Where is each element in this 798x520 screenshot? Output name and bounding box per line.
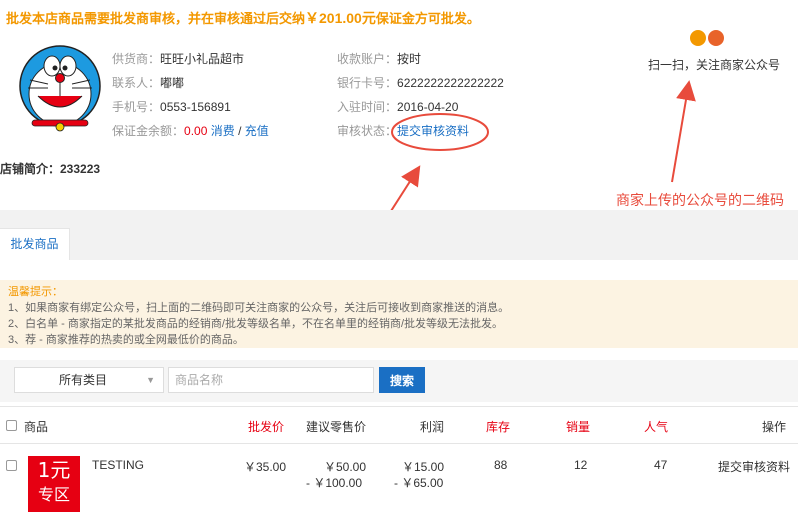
popularity-value: 47 bbox=[654, 458, 668, 472]
audit-highlight-ellipse bbox=[391, 113, 489, 151]
chevron-down-icon: ▼ bbox=[146, 375, 155, 385]
wholesale-price: ￥35.00 bbox=[244, 460, 287, 474]
retail-price-max: - ￥100.00 bbox=[306, 476, 363, 490]
product-thumbnail[interactable]: 1元 专区 bbox=[28, 456, 80, 512]
tab-bar bbox=[0, 210, 798, 260]
product-name-input[interactable] bbox=[168, 367, 374, 393]
annotation-text: 商家上传的公众号的二维码 bbox=[616, 192, 784, 208]
tips-line: 1、如果商家有绑定公众号，扫上面的二维码即可关注商家的公众号，关注后可接收到商家… bbox=[8, 302, 510, 314]
category-value: 所有类目 bbox=[59, 373, 108, 387]
search-button[interactable]: 搜索 bbox=[379, 367, 425, 393]
tab-wholesale-products[interactable]: 批发商品 bbox=[0, 228, 70, 260]
row-submit-audit-link[interactable]: 提交审核资料 bbox=[718, 458, 790, 475]
tips-title: 温馨提示： bbox=[8, 286, 63, 298]
tips-line: 2、白名单 - 商家指定的某批发商品的经销商/批发等级名单，不在名单里的经销商/… bbox=[8, 318, 504, 330]
header-bottom-divider bbox=[0, 443, 798, 444]
tips-box: 温馨提示： 1、如果商家有绑定公众号，扫上面的二维码即可关注商家的公众号，关注后… bbox=[0, 280, 798, 348]
col-popularity[interactable]: 人气 bbox=[644, 418, 668, 435]
thumb-text-1: 1元 bbox=[37, 458, 71, 482]
sales-value: 12 bbox=[574, 458, 588, 472]
col-action: 操作 bbox=[762, 420, 787, 434]
profit-min: ￥15.00 bbox=[402, 460, 445, 474]
stock-value: 88 bbox=[494, 458, 508, 472]
col-sales[interactable]: 销量 bbox=[566, 418, 590, 435]
header-top-divider bbox=[0, 406, 798, 407]
row-checkbox[interactable] bbox=[6, 460, 17, 471]
col-profit: 利润 bbox=[420, 420, 445, 434]
select-all-checkbox[interactable] bbox=[6, 420, 17, 431]
retail-price-min: ￥50.00 bbox=[324, 460, 367, 474]
profit-max: - ￥65.00 bbox=[394, 476, 444, 490]
col-wholesale-price: 批发价 bbox=[248, 420, 285, 434]
col-stock[interactable]: 库存 bbox=[486, 418, 510, 435]
qr-arrow bbox=[671, 80, 696, 183]
category-select[interactable]: 所有类目 ▼ bbox=[14, 367, 164, 393]
col-retail-price: 建议零售价 bbox=[306, 420, 367, 434]
tips-line: 3、荐 - 商家推荐的热卖的或全网最低价的商品。 bbox=[8, 334, 244, 346]
annotation-overlay bbox=[365, 80, 696, 251]
product-name-link[interactable]: TESTING bbox=[92, 458, 144, 472]
col-product: 商品 bbox=[24, 420, 49, 434]
thumb-text-2: 专区 bbox=[37, 485, 70, 504]
